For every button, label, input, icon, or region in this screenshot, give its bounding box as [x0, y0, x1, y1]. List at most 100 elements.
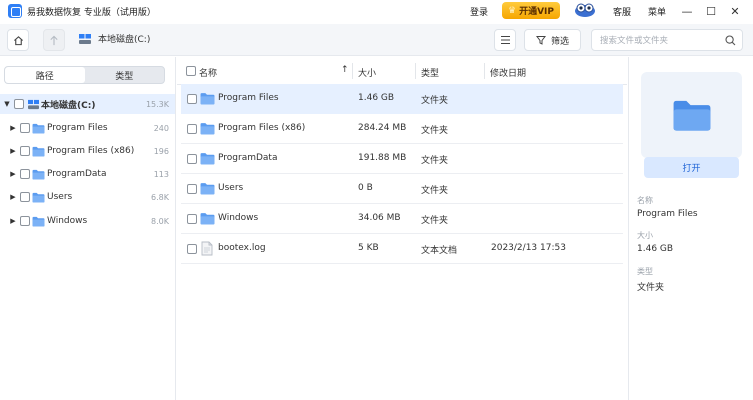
tab-type[interactable]: 类型 [85, 67, 165, 83]
vip-button[interactable]: ♛ 开通VIP [502, 2, 560, 19]
file-type: 文本文档 [421, 246, 458, 256]
file-modified: 2023/2/13 17:53 [491, 243, 566, 253]
row-checkbox[interactable] [187, 184, 197, 194]
caret-right-icon[interactable]: ▶ [9, 124, 17, 132]
arrow-up-icon [50, 35, 58, 45]
caret-down-icon[interactable]: ▼ [3, 100, 11, 108]
tab-path[interactable]: 路径 [5, 67, 85, 83]
folder-icon [32, 169, 45, 180]
checkbox[interactable] [14, 99, 24, 109]
checkbox[interactable] [20, 123, 30, 133]
list-header: 名称 ↑ 大小 类型 修改日期 [177, 57, 627, 85]
filter-icon [535, 36, 546, 45]
column-divider[interactable] [484, 63, 485, 79]
folder-icon [200, 213, 215, 225]
column-name[interactable]: 名称 [199, 66, 217, 79]
tree-count: 6.8K [151, 192, 169, 202]
folder-icon [32, 192, 45, 203]
filter-button[interactable]: 筛选 [524, 29, 581, 51]
file-size: 284.24 MB [358, 123, 407, 133]
open-button[interactable]: 打开 [644, 157, 739, 178]
caret-right-icon[interactable]: ▶ [9, 147, 17, 155]
caret-right-icon[interactable]: ▶ [9, 217, 17, 225]
tree-item[interactable]: ▶ Users 6.8K [0, 187, 175, 207]
maximize-button[interactable]: ☐ [704, 4, 718, 18]
tree-item[interactable]: ▶ Program Files 240 [0, 118, 175, 138]
caret-right-icon[interactable]: ▶ [9, 170, 17, 178]
tree-item[interactable]: ▶ ProgramData 113 [0, 164, 175, 184]
file-size: 191.88 MB [358, 153, 407, 163]
file-type: 文件夹 [421, 126, 449, 136]
name-value: Program Files [637, 209, 698, 219]
tree-root[interactable]: ▼ 本地磁盘(C:) 15.3K [0, 94, 175, 114]
support-link[interactable]: 客服 [613, 5, 631, 18]
sort-asc-icon[interactable]: ↑ [341, 65, 349, 75]
left-panel: 路径 类型 ▼ 本地磁盘(C:) 15.3K ▶ Program Files 2… [0, 57, 176, 400]
size-value: 1.46 GB [637, 244, 674, 254]
column-size[interactable]: 大小 [358, 66, 376, 79]
drive-icon [79, 33, 91, 44]
tree-item[interactable]: ▶ Windows 8.0K [0, 211, 175, 231]
table-row[interactable]: Program Files (x86) 284.24 MB 文件夹 [181, 114, 623, 144]
login-link[interactable]: 登录 [470, 5, 488, 18]
file-type: 文件夹 [421, 216, 449, 226]
file-name: bootex.log [218, 243, 266, 253]
tree-count: 15.3K [145, 99, 169, 109]
folder-icon [200, 183, 215, 195]
tree-item[interactable]: ▶ Program Files (x86) 196 [0, 141, 175, 161]
row-checkbox[interactable] [187, 94, 197, 104]
vip-label: 开通VIP [519, 7, 554, 17]
folder-icon [200, 153, 215, 165]
column-modified[interactable]: 修改日期 [490, 66, 526, 79]
file-name: Program Files [218, 93, 279, 103]
home-button[interactable] [7, 29, 29, 51]
file-size: 5 KB [358, 243, 379, 253]
preview-area [641, 72, 742, 158]
list-icon [500, 35, 510, 45]
checkbox[interactable] [20, 192, 30, 202]
file-size: 1.46 GB [358, 93, 395, 103]
checkbox[interactable] [20, 146, 30, 156]
column-divider[interactable] [352, 63, 353, 79]
file-size: 34.06 MB [358, 213, 401, 223]
tree-label: ProgramData [47, 169, 107, 179]
column-type[interactable]: 类型 [421, 66, 439, 79]
folder-icon [673, 100, 710, 131]
table-row[interactable]: Windows 34.06 MB 文件夹 [181, 204, 623, 234]
menu-link[interactable]: 菜单 [648, 5, 666, 18]
tree-label: Program Files (x86) [47, 146, 135, 156]
current-path: 本地磁盘(C:) [98, 35, 151, 45]
app-logo-icon [8, 4, 22, 18]
app-title: 易我数据恢复 专业版（试用版） [27, 8, 156, 18]
file-type: 文件夹 [421, 156, 449, 166]
select-all-checkbox[interactable] [186, 66, 196, 76]
search-icon[interactable] [725, 35, 736, 46]
up-button[interactable] [43, 29, 65, 51]
breadcrumb: 本地磁盘(C:) [78, 32, 150, 45]
table-row[interactable]: ProgramData 191.88 MB 文件夹 [181, 144, 623, 174]
column-divider[interactable] [415, 63, 416, 79]
close-button[interactable]: ✕ [728, 4, 742, 18]
table-row[interactable]: Users 0 B 文件夹 [181, 174, 623, 204]
name-label: 名称 [637, 196, 653, 205]
toolbar: 本地磁盘(C:) 筛选 [0, 24, 753, 56]
details-panel: 打开 名称 Program Files 大小 1.46 GB 类型 文件夹 [628, 57, 753, 400]
file-type: 文件夹 [421, 96, 449, 106]
home-icon [13, 35, 23, 45]
search-input[interactable] [600, 34, 725, 47]
minimize-button[interactable]: — [680, 4, 694, 18]
row-checkbox[interactable] [187, 154, 197, 164]
row-checkbox[interactable] [187, 124, 197, 134]
checkbox[interactable] [20, 169, 30, 179]
view-tabs: 路径 类型 [4, 66, 165, 84]
table-row[interactable]: bootex.log 5 KB 文本文档 2023/2/13 17:53 [181, 234, 623, 264]
table-row[interactable]: Program Files 1.46 GB 文件夹 [181, 84, 623, 114]
file-icon [201, 241, 213, 256]
row-checkbox[interactable] [187, 244, 197, 254]
type-label: 类型 [637, 267, 653, 276]
checkbox[interactable] [20, 216, 30, 226]
crown-icon: ♛ [508, 5, 517, 16]
row-checkbox[interactable] [187, 214, 197, 224]
list-view-button[interactable] [494, 29, 516, 51]
caret-right-icon[interactable]: ▶ [9, 193, 17, 201]
